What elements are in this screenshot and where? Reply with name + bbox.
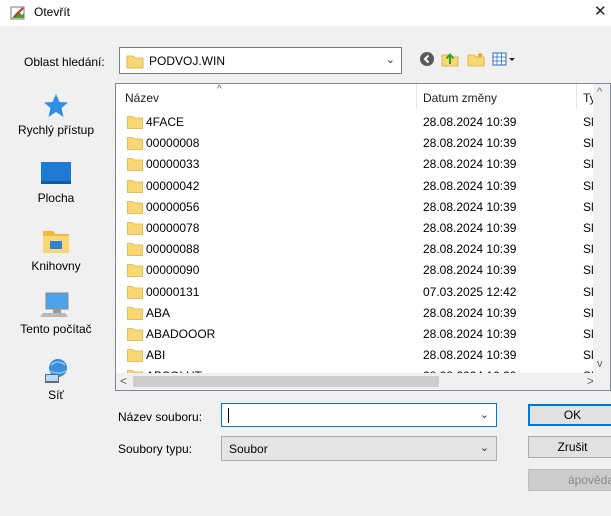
ok-button[interactable]: OK bbox=[528, 404, 611, 426]
folder-icon bbox=[127, 306, 143, 323]
vertical-scrollbar[interactable]: ^ v bbox=[593, 84, 610, 374]
file-name: ABA bbox=[146, 305, 171, 320]
folder-icon bbox=[127, 221, 143, 238]
file-date: 28.08.2024 10:39 bbox=[423, 242, 517, 257]
place-label: Rychlý přístup bbox=[17, 123, 95, 137]
place-label: Tento počítač bbox=[20, 322, 92, 336]
place-network[interactable]: Síť bbox=[6, 357, 106, 402]
file-date: 28.08.2024 10:39 bbox=[423, 178, 517, 193]
scroll-down-icon[interactable]: v bbox=[597, 358, 603, 370]
file-name: 00000056 bbox=[146, 199, 200, 214]
help-button[interactable]: ápověda bbox=[528, 469, 611, 491]
list-item[interactable]: ABI 28.08.2024 10:39 Sl bbox=[116, 345, 596, 366]
new-folder-icon[interactable] bbox=[466, 49, 486, 69]
file-date: 28.08.2024 10:39 bbox=[423, 348, 517, 363]
computer-icon bbox=[6, 291, 106, 319]
place-label: Plocha bbox=[37, 191, 75, 205]
file-date: 28.08.2024 10:39 bbox=[423, 199, 517, 214]
file-date: 28.08.2024 10:39 bbox=[423, 326, 517, 341]
horizontal-scrollbar[interactable]: < > bbox=[116, 373, 596, 390]
file-rows: 4FACE 28.08.2024 10:39 Sl 00000008 28.08.202… bbox=[116, 112, 596, 387]
file-name: 00000008 bbox=[146, 136, 200, 151]
list-item[interactable]: 00000078 28.08.2024 10:39 Sl bbox=[116, 218, 596, 239]
list-item[interactable]: 00000090 28.08.2024 10:39 Sl bbox=[116, 260, 596, 281]
folder-icon bbox=[127, 115, 143, 132]
place-desktop[interactable]: Plocha bbox=[6, 160, 106, 205]
sort-ascending-icon: ^ bbox=[217, 84, 222, 95]
list-item[interactable]: ABADOOOR 28.08.2024 10:39 Sl bbox=[116, 324, 596, 345]
scroll-corner bbox=[593, 373, 610, 390]
column-divider[interactable] bbox=[576, 84, 577, 109]
window-title: Otevřít bbox=[34, 5, 71, 19]
file-type-label: Soubory typu: bbox=[118, 442, 193, 456]
folder-icon bbox=[127, 136, 143, 153]
file-name-input[interactable]: ⌄ bbox=[221, 403, 497, 427]
cancel-button[interactable]: Zrušit bbox=[528, 436, 611, 458]
list-item[interactable]: 00000131 07.03.2025 12:42 Sl bbox=[116, 282, 596, 303]
list-item[interactable]: 4FACE 28.08.2024 10:39 Sl bbox=[116, 112, 596, 133]
back-icon[interactable] bbox=[417, 49, 437, 69]
folder-icon bbox=[126, 53, 144, 72]
folder-icon bbox=[127, 327, 143, 344]
file-list[interactable]: Název ^ Datum změny Ty 4FACE 28.08.2024 1… bbox=[115, 83, 611, 391]
file-type-dropdown[interactable]: Soubor ⌄ bbox=[221, 436, 497, 461]
list-item[interactable]: 00000033 28.08.2024 10:39 Sl bbox=[116, 154, 596, 175]
folder-icon bbox=[127, 179, 143, 196]
chevron-down-icon[interactable]: ⌄ bbox=[480, 408, 489, 421]
file-name: 00000078 bbox=[146, 220, 200, 235]
folder-icon bbox=[127, 285, 143, 302]
place-libraries[interactable]: Knihovny bbox=[6, 226, 106, 273]
file-name-label: Název souboru: bbox=[118, 410, 203, 424]
file-date: 28.08.2024 10:39 bbox=[423, 305, 517, 320]
file-name: 00000088 bbox=[146, 242, 200, 257]
place-quick-access[interactable]: Rychlý přístup bbox=[6, 92, 106, 137]
chevron-down-icon[interactable]: ⌄ bbox=[480, 441, 489, 454]
app-icon bbox=[10, 5, 26, 21]
folder-icon bbox=[127, 242, 143, 259]
list-item[interactable]: ABA 28.08.2024 10:39 Sl bbox=[116, 303, 596, 324]
list-item[interactable]: 00000042 28.08.2024 10:39 Sl bbox=[116, 176, 596, 197]
place-label: Knihovny bbox=[31, 259, 81, 273]
file-date: 28.08.2024 10:39 bbox=[423, 136, 517, 151]
file-name: 00000090 bbox=[146, 263, 200, 278]
close-icon[interactable]: ✕ bbox=[594, 2, 607, 20]
list-item[interactable]: 00000008 28.08.2024 10:39 Sl bbox=[116, 133, 596, 154]
file-date: 28.08.2024 10:39 bbox=[423, 263, 517, 278]
file-date: 28.08.2024 10:39 bbox=[423, 220, 517, 235]
chevron-down-icon[interactable]: ⌄ bbox=[386, 53, 395, 66]
scroll-left-icon[interactable]: < bbox=[120, 374, 127, 388]
text-caret bbox=[228, 408, 229, 423]
list-item[interactable]: 00000056 28.08.2024 10:39 Sl bbox=[116, 197, 596, 218]
file-name: 4FACE bbox=[146, 115, 185, 129]
folder-icon bbox=[127, 200, 143, 217]
file-name: ABADOOOR bbox=[146, 326, 216, 341]
star-icon bbox=[6, 92, 106, 120]
file-date: 28.08.2024 10:39 bbox=[423, 157, 517, 172]
list-item[interactable]: 00000088 28.08.2024 10:39 Sl bbox=[116, 239, 596, 260]
file-type-value: Soubor bbox=[229, 442, 268, 456]
look-in-label: Oblast hledání: bbox=[24, 55, 105, 69]
scrollbar-thumb[interactable] bbox=[133, 376, 439, 387]
file-date: 28.08.2024 10:39 bbox=[423, 115, 517, 129]
file-name: 00000042 bbox=[146, 178, 200, 193]
desktop-icon bbox=[6, 160, 106, 188]
look-in-dropdown[interactable]: PODVOJ.WIN ⌄ bbox=[119, 47, 402, 74]
folder-icon bbox=[127, 348, 143, 365]
network-icon bbox=[6, 357, 106, 385]
file-date: 07.03.2025 12:42 bbox=[423, 284, 517, 299]
file-name: 00000131 bbox=[146, 284, 200, 299]
scroll-up-icon[interactable]: ^ bbox=[597, 86, 602, 98]
folder-icon bbox=[127, 263, 143, 280]
folder-icon bbox=[127, 157, 143, 174]
file-name: ABI bbox=[146, 348, 166, 363]
library-icon bbox=[6, 226, 106, 256]
file-name: 00000033 bbox=[146, 157, 200, 172]
column-divider[interactable] bbox=[416, 84, 417, 109]
place-label: Síť bbox=[48, 388, 64, 402]
view-menu-icon[interactable] bbox=[491, 49, 517, 69]
place-this-pc[interactable]: Tento počítač bbox=[6, 291, 106, 336]
title-bar bbox=[0, 0, 611, 26]
up-folder-icon[interactable] bbox=[440, 49, 460, 69]
look-in-value: PODVOJ.WIN bbox=[149, 54, 226, 68]
